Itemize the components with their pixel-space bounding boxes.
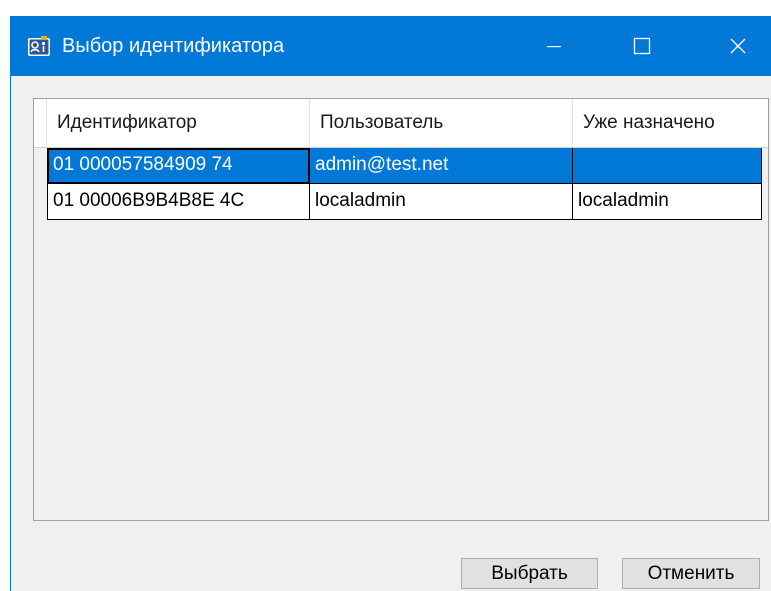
id-card-icon [28, 36, 50, 56]
column-header-assigned[interactable]: Уже назначено [573, 99, 768, 147]
table-row[interactable]: 01 00006B9B4B8E 4C localadmin localadmin [47, 184, 762, 220]
identifier-table[interactable]: Идентификатор Пользователь Уже назначено… [33, 98, 769, 521]
column-header-identifier[interactable]: Идентификатор [47, 99, 310, 147]
dialog-window: Выбор идентификатора Идентификатор Польз… [10, 16, 771, 591]
close-icon [729, 37, 747, 55]
table-row[interactable]: 01 000057584909 74 admin@test.net [47, 148, 762, 184]
window-title: Выбор идентификатора [62, 35, 285, 57]
column-header-user[interactable]: Пользователь [310, 99, 573, 147]
cell-user[interactable]: admin@test.net [310, 148, 573, 184]
cell-identifier[interactable]: 01 00006B9B4B8E 4C [47, 184, 310, 220]
cell-assigned[interactable]: localadmin [573, 184, 762, 220]
maximize-button[interactable] [611, 16, 673, 76]
cell-identifier[interactable]: 01 000057584909 74 [47, 148, 310, 184]
minimize-icon [546, 38, 562, 54]
cell-user[interactable]: localadmin [310, 184, 573, 220]
cancel-button[interactable]: Отменить [622, 558, 760, 589]
minimize-button[interactable] [523, 16, 585, 76]
table-header: Идентификатор Пользователь Уже назначено [34, 99, 768, 148]
close-button[interactable] [707, 16, 769, 76]
row-header-corner[interactable] [34, 99, 47, 147]
title-bar[interactable]: Выбор идентификатора [11, 16, 771, 76]
dialog-body: Идентификатор Пользователь Уже назначено… [11, 76, 771, 591]
select-button[interactable]: Выбрать [461, 558, 598, 589]
maximize-icon [633, 37, 651, 55]
cell-assigned[interactable] [573, 148, 762, 184]
